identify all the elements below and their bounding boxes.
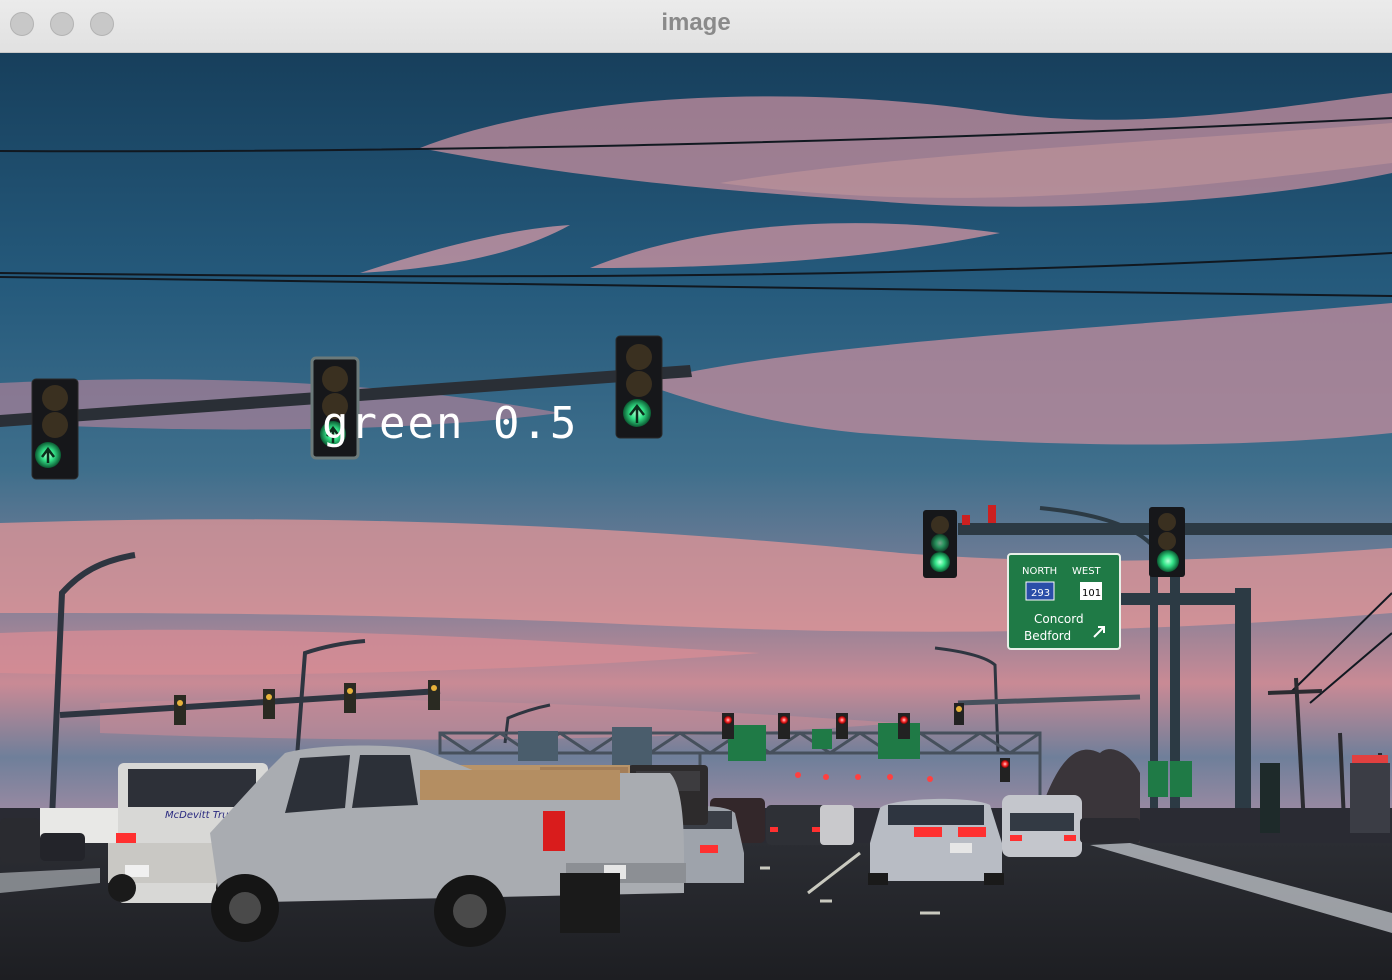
signal-head-center [615, 335, 663, 439]
sign-concord-text: Concord [1034, 612, 1084, 626]
image-canvas: NORTH WEST 293 101 Concord Bedford McDev… [0, 53, 1392, 980]
title-bar: image [0, 0, 1392, 53]
detection-label: green 0.5 [322, 398, 579, 449]
signal-head-left [31, 378, 79, 480]
signal-head-right-1 [923, 510, 957, 578]
signal-head-right-2 [1149, 507, 1185, 577]
guide-sign: NORTH WEST 293 101 Concord Bedford [1007, 553, 1121, 650]
sign-route-b: 101 [1082, 588, 1101, 599]
sign-north-text: NORTH [1022, 566, 1057, 577]
sign-west-text: WEST [1072, 566, 1102, 577]
window-title: image [661, 9, 731, 36]
white-suv [868, 798, 1004, 885]
image-window: image NORTH WEST 293 101 Concord Bedford… [0, 0, 1392, 980]
sign-bedford-text: Bedford [1024, 629, 1071, 643]
sign-route-a: 293 [1031, 588, 1050, 599]
street-scene-photo: NORTH WEST 293 101 Concord Bedford McDev… [0, 53, 1392, 980]
